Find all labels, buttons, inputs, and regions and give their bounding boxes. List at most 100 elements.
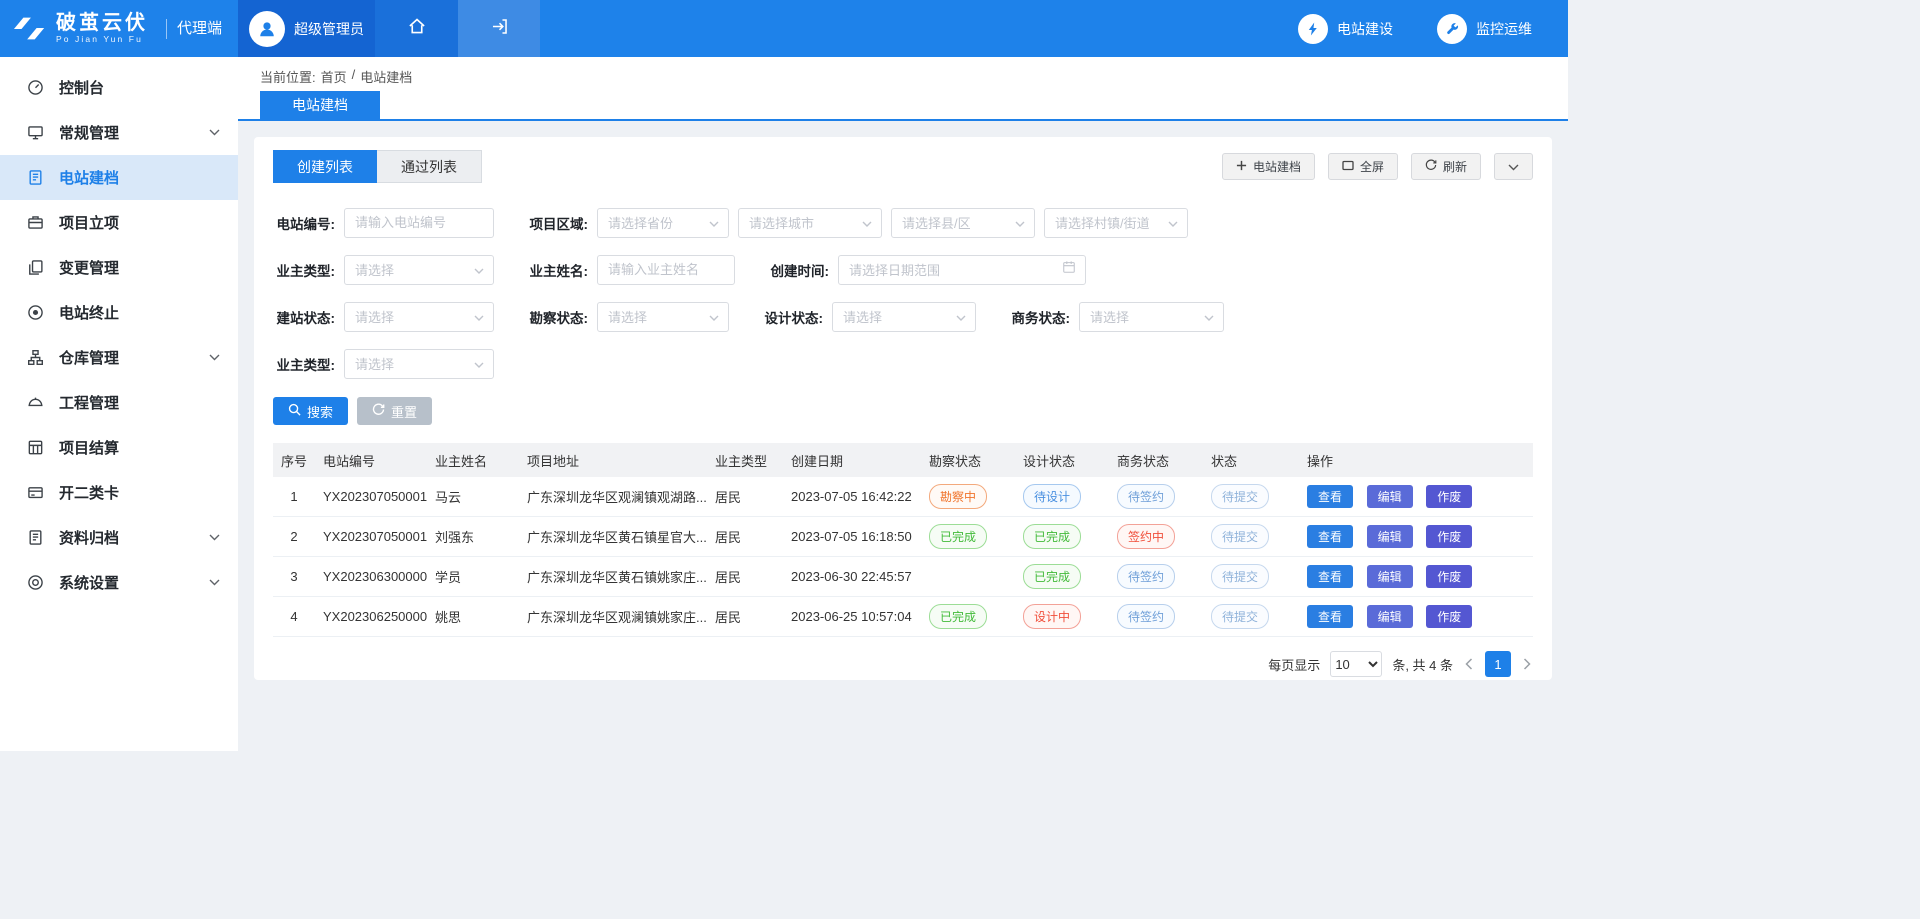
- view-button[interactable]: 查看: [1307, 565, 1353, 588]
- status-badge: 待提交: [1211, 524, 1269, 549]
- void-button[interactable]: 作废: [1426, 565, 1472, 588]
- document-icon: [27, 529, 44, 546]
- refresh-button[interactable]: 刷新: [1411, 153, 1481, 180]
- enter-exit-button[interactable]: [458, 0, 540, 57]
- collapse-toolbar-button[interactable]: [1494, 153, 1533, 180]
- breadcrumb-separator: /: [352, 67, 356, 86]
- fullscreen-icon: [1342, 160, 1354, 174]
- sidebar-item-station-termination[interactable]: 电站终止: [0, 290, 238, 335]
- station-code-input[interactable]: [344, 208, 494, 238]
- view-button[interactable]: 查看: [1307, 605, 1353, 628]
- owner-type2-select[interactable]: 请选择: [344, 349, 494, 379]
- sidebar-item-change-mgmt[interactable]: 变更管理: [0, 245, 238, 290]
- business-status-select[interactable]: 请选择: [1079, 302, 1224, 332]
- search-button[interactable]: 搜索: [273, 397, 348, 425]
- sidebar-item-label: 开二类卡: [59, 482, 119, 503]
- wrench-icon: [1437, 14, 1467, 44]
- owner-name-input[interactable]: [597, 255, 735, 285]
- logo-icon: [13, 15, 47, 42]
- view-button[interactable]: 查看: [1307, 525, 1353, 548]
- sidebar-item-system-settings[interactable]: 系统设置: [0, 560, 238, 605]
- sidebar-item-warehouse-mgmt[interactable]: 仓库管理: [0, 335, 238, 380]
- home-button[interactable]: [375, 0, 458, 57]
- edit-button[interactable]: 编辑: [1367, 485, 1413, 508]
- chevron-down-icon: [474, 355, 484, 373]
- fullscreen-label: 全屏: [1360, 158, 1384, 175]
- sidebar-item-label: 电站终止: [59, 302, 119, 323]
- reset-icon: [372, 403, 385, 419]
- chevron-down-icon: [209, 354, 220, 361]
- next-page-button[interactable]: [1521, 658, 1533, 670]
- void-button[interactable]: 作废: [1426, 605, 1472, 628]
- city-placeholder: 请选择城市: [749, 213, 814, 232]
- nav-monitor-ops[interactable]: 监控运维: [1437, 14, 1532, 44]
- nav-station-build[interactable]: 电站建设: [1298, 14, 1393, 44]
- status-badge: 待提交: [1211, 604, 1269, 629]
- county-select[interactable]: 请选择县/区: [891, 208, 1035, 238]
- user-menu[interactable]: 超级管理员: [238, 0, 375, 57]
- table-header: 序号 电站编号 业主姓名 项目地址 业主类型 创建日期 勘察状态 设计状态 商务…: [273, 443, 1533, 477]
- county-placeholder: 请选择县/区: [902, 213, 971, 232]
- chevron-down-icon: [709, 214, 719, 232]
- edit-button[interactable]: 编辑: [1367, 525, 1413, 548]
- sidebar-item-class2-card[interactable]: 开二类卡: [0, 470, 238, 515]
- design-status-select[interactable]: 请选择: [832, 302, 976, 332]
- build-status-select[interactable]: 请选择: [344, 302, 494, 332]
- add-station-button[interactable]: 电站建档: [1222, 153, 1315, 180]
- owner-type-select[interactable]: 请选择: [344, 255, 494, 285]
- calendar-icon: [1062, 260, 1076, 279]
- create-time-range-picker[interactable]: 请选择日期范围: [838, 255, 1086, 285]
- chevron-down-icon: [1168, 214, 1178, 232]
- reset-button[interactable]: 重置: [357, 397, 432, 425]
- total-count-label: 条, 共 4 条: [1392, 655, 1453, 674]
- toolbar: 电站建档 全屏 刷新: [1222, 153, 1533, 180]
- lightning-icon: [1298, 14, 1328, 44]
- sidebar-item-console[interactable]: 控制台: [0, 65, 238, 110]
- cell-code: YX2023070500010: [315, 529, 427, 544]
- chevron-down-icon: [956, 308, 966, 326]
- status-badge: 待提交: [1211, 564, 1269, 589]
- chevron-down-icon: [209, 534, 220, 541]
- cell-created: 2023-06-30 22:45:57: [783, 569, 921, 584]
- sidebar-item-label: 控制台: [59, 77, 104, 98]
- view-button[interactable]: 查看: [1307, 485, 1353, 508]
- edit-button[interactable]: 编辑: [1367, 565, 1413, 588]
- prev-page-button[interactable]: [1463, 658, 1475, 670]
- per-page-select[interactable]: 10: [1330, 651, 1382, 677]
- city-select[interactable]: 请选择城市: [738, 208, 882, 238]
- add-station-label: 电站建档: [1253, 158, 1301, 175]
- void-button[interactable]: 作废: [1426, 485, 1472, 508]
- table-row: 4 YX2023062500004 姚思 广东深圳龙华区观澜镇姚家庄... 居民…: [273, 597, 1533, 637]
- cell-index: 3: [273, 569, 315, 584]
- business-status-badge: 待签约: [1117, 484, 1175, 509]
- page-number-button[interactable]: 1: [1485, 651, 1511, 677]
- town-select[interactable]: 请选择村镇/街道: [1044, 208, 1188, 238]
- edit-button[interactable]: 编辑: [1367, 605, 1413, 628]
- fullscreen-button[interactable]: 全屏: [1328, 153, 1398, 180]
- target-icon: [27, 574, 44, 591]
- void-button[interactable]: 作废: [1426, 525, 1472, 548]
- helmet-icon: [27, 394, 44, 411]
- sidebar-item-engineering-mgmt[interactable]: 工程管理: [0, 380, 238, 425]
- tab-passed-list[interactable]: 通过列表: [377, 150, 482, 183]
- sidebar-item-project-approval[interactable]: 项目立项: [0, 200, 238, 245]
- sidebar-item-station-archive[interactable]: 电站建档: [0, 155, 238, 200]
- sidebar-item-data-archive[interactable]: 资料归档: [0, 515, 238, 560]
- sidebar-item-project-settlement[interactable]: 项目结算: [0, 425, 238, 470]
- breadcrumb-home[interactable]: 首页: [321, 67, 347, 86]
- design-status-placeholder: 请选择: [843, 307, 882, 326]
- business-status-badge: 待签约: [1117, 564, 1175, 589]
- chevron-down-icon: [862, 214, 872, 232]
- survey-status-select[interactable]: 请选择: [597, 302, 729, 332]
- chevron-down-icon: [709, 308, 719, 326]
- cell-actions: 查看 编辑 作废: [1299, 525, 1533, 548]
- col-owner: 业主姓名: [427, 451, 519, 470]
- filter-row-2: 业主类型: 请选择 业主姓名: 创建时间: 请选择日期范围: [273, 246, 1533, 293]
- sidebar-item-general-mgmt[interactable]: 常规管理: [0, 110, 238, 155]
- document-icon: [27, 169, 44, 186]
- tab-create-list[interactable]: 创建列表: [273, 150, 377, 183]
- owner-type2-label: 业主类型:: [273, 354, 335, 374]
- province-select[interactable]: 请选择省份: [597, 208, 729, 238]
- page-tab-station-archive[interactable]: 电站建档: [260, 91, 380, 119]
- cell-created: 2023-07-05 16:18:50: [783, 529, 921, 544]
